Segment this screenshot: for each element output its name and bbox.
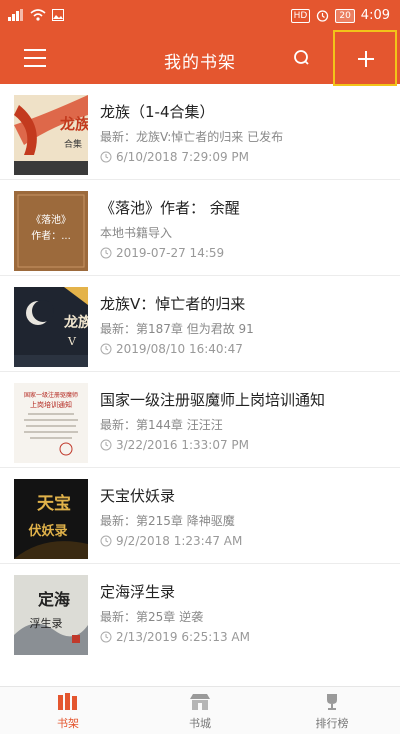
book-time-text: 2/13/2019 6:25:13 AM	[116, 630, 250, 644]
book-title: 龙族V：悼亡者的归来	[100, 295, 246, 313]
status-bar: HD 20 4:09	[0, 0, 400, 34]
status-left	[8, 9, 64, 21]
cover-subtitle: 作者：...	[31, 230, 71, 242]
book-title: 天宝伏妖录	[100, 487, 176, 505]
wifi-icon	[30, 9, 46, 21]
tab-label: 书城	[189, 717, 211, 730]
cover-title: 国家一级注册驱魔师	[24, 391, 78, 399]
cover-title: 定海	[37, 590, 70, 609]
cover-subtitle: 浮生录	[30, 616, 63, 630]
cover-title: 天宝	[37, 493, 71, 514]
book-time-text: 2019-07-27 14:59	[116, 246, 225, 260]
book-time: 2019-07-27 14:59	[100, 246, 390, 260]
book-title: 《落池》作者： 余醒	[100, 199, 240, 217]
search-button[interactable]	[290, 46, 314, 70]
book-time-text: 6/10/2018 7:29:09 PM	[116, 150, 250, 164]
status-time: 4:09	[360, 8, 390, 23]
cover-title: 龙族	[63, 314, 88, 331]
book-cover: 定海 浮生录	[14, 575, 88, 655]
tab-ranking[interactable]: 排行榜	[292, 691, 372, 733]
clock-icon	[100, 247, 112, 259]
book-time: 9/2/2018 1:23:47 AM	[100, 534, 390, 548]
book-title: 国家一级注册驱魔师上岗培训通知	[100, 391, 326, 409]
cover-subtitle: 伏妖录	[28, 523, 67, 539]
cover-subtitle: V	[67, 335, 77, 348]
book-latest: 最新：第187章 但为君故 91	[100, 322, 254, 336]
bottom-tab-bar: 书架 书城 排行榜	[0, 686, 400, 734]
search-icon	[294, 50, 309, 65]
signal-icon	[8, 9, 23, 21]
book-latest: 最新：第144章 汪汪汪	[100, 418, 223, 432]
book-cover: 《落池》 作者：...	[14, 191, 88, 271]
bookshelf-list: 龙族 合集 龙族（1-4合集） 最新：龙族V:悼亡者的归来 已发布 6/10/2…	[0, 84, 400, 660]
book-time-text: 9/2/2018 1:23:47 AM	[116, 534, 243, 548]
cover-title: 龙族	[59, 115, 88, 133]
image-notification-icon	[52, 9, 64, 21]
book-cover: 天宝 伏妖录	[14, 479, 88, 559]
hd-badge: HD	[290, 8, 311, 23]
clock-icon	[100, 151, 112, 163]
cover-subtitle: 上岗培训通知	[30, 400, 72, 409]
clock-icon	[100, 343, 112, 355]
clock-icon	[100, 535, 112, 547]
book-item[interactable]: 天宝 伏妖录 天宝伏妖录 最新：第215章 降神驱魔 9/2/2018 1:23…	[0, 468, 400, 564]
book-time: 2019/08/10 16:40:47	[100, 342, 390, 356]
store-icon	[190, 694, 210, 710]
app-bar: 我的书架	[0, 30, 400, 86]
book-title: 定海浮生录	[100, 583, 176, 601]
book-latest: 最新：第25章 逆袭	[100, 610, 204, 624]
trophy-icon	[327, 694, 337, 710]
tab-bookshelf[interactable]: 书架	[28, 691, 108, 733]
alarm-icon	[317, 10, 329, 22]
book-item[interactable]: 龙族 合集 龙族（1-4合集） 最新：龙族V:悼亡者的归来 已发布 6/10/2…	[0, 84, 400, 180]
book-item[interactable]: 定海 浮生录 定海浮生录 最新：第25章 逆袭 2/13/2019 6:25:1…	[0, 564, 400, 660]
book-item[interactable]: 《落池》 作者：... 《落池》作者： 余醒 本地书籍导入 2019-07-27…	[0, 180, 400, 276]
book-cover: 国家一级注册驱魔师 上岗培训通知	[14, 383, 88, 463]
book-time: 2/13/2019 6:25:13 AM	[100, 630, 390, 644]
clock-icon	[100, 439, 112, 451]
clock-icon	[100, 631, 112, 643]
book-time-text: 2019/08/10 16:40:47	[116, 342, 243, 356]
book-cover: 龙族 合集	[14, 95, 88, 175]
cover-subtitle: 合集	[64, 138, 82, 150]
book-latest: 本地书籍导入	[100, 226, 173, 240]
cover-title: 《落池》	[31, 213, 71, 226]
tab-label: 排行榜	[315, 717, 349, 730]
status-right: HD 20 4:09	[290, 8, 390, 23]
add-book-button[interactable]	[333, 30, 397, 86]
book-item[interactable]: 国家一级注册驱魔师 上岗培训通知 国家一级注册驱魔师上岗培训通知 最新：第144…	[0, 372, 400, 468]
tab-label: 书架	[57, 717, 79, 730]
bookshelf-icon	[58, 693, 77, 710]
book-time: 6/10/2018 7:29:09 PM	[100, 150, 390, 164]
tab-bookstore[interactable]: 书城	[160, 691, 240, 733]
book-time: 3/22/2016 1:33:07 PM	[100, 438, 390, 452]
plus-icon-vertical	[365, 51, 367, 67]
book-item[interactable]: 龙族 V 龙族V：悼亡者的归来 最新：第187章 但为君故 91 2019/08…	[0, 276, 400, 372]
book-latest: 最新：第215章 降神驱魔	[100, 514, 235, 528]
book-time-text: 3/22/2016 1:33:07 PM	[116, 438, 250, 452]
battery-indicator: 20	[335, 8, 355, 23]
book-cover: 龙族 V	[14, 287, 88, 367]
book-latest: 最新：龙族V:悼亡者的归来 已发布	[100, 130, 284, 144]
book-title: 龙族（1-4合集）	[100, 103, 215, 121]
